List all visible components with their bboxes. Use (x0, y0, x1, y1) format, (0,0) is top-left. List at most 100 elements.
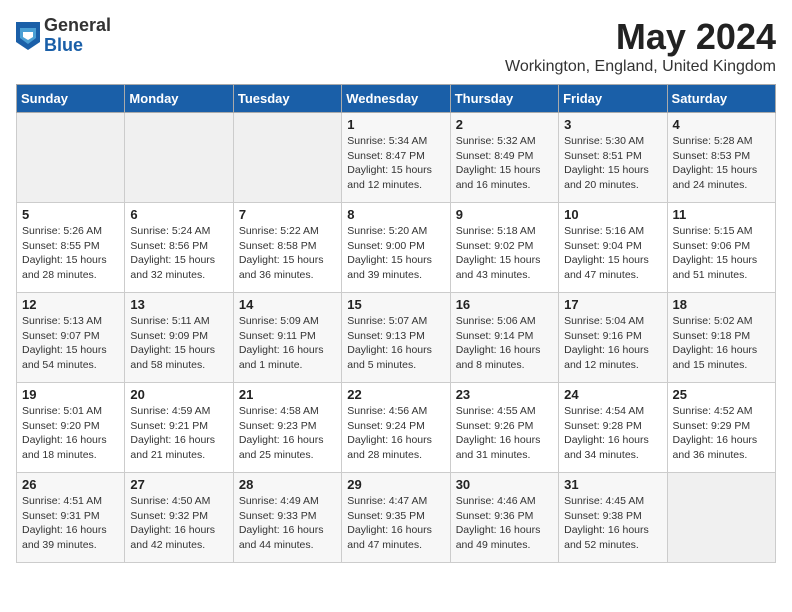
logo-blue-label: Blue (44, 36, 111, 56)
week-row-5: 26 Sunrise: 4:51 AMSunset: 9:31 PMDayligh… (17, 473, 776, 563)
calendar-cell: 1 Sunrise: 5:34 AMSunset: 8:47 PMDaylight… (342, 113, 450, 203)
day-info: Sunrise: 4:59 AMSunset: 9:21 PMDaylight:… (130, 404, 227, 463)
day-info: Sunrise: 5:01 AMSunset: 9:20 PMDaylight:… (22, 404, 119, 463)
calendar-cell: 31Sunrise: 4:45 AMSunset: 9:38 PMDayligh… (559, 473, 667, 563)
calendar-cell: 7 Sunrise: 5:22 AMSunset: 8:58 PMDaylight… (233, 203, 341, 293)
day-number: 10 (564, 207, 661, 222)
week-row-3: 12 Sunrise: 5:13 AMSunset: 9:07 PMDayligh… (17, 293, 776, 383)
day-info: Sunrise: 5:09 AMSunset: 9:11 PMDaylight:… (239, 314, 336, 373)
calendar-cell: 15 Sunrise: 5:07 AMSunset: 9:13 PMDayligh… (342, 293, 450, 383)
day-number: 2 (456, 117, 553, 132)
day-number: 14 (239, 297, 336, 312)
calendar-cell: 26 Sunrise: 4:51 AMSunset: 9:31 PMDayligh… (17, 473, 125, 563)
day-number: 12 (22, 297, 119, 312)
calendar-cell: 8 Sunrise: 5:20 AMSunset: 9:00 PMDaylight… (342, 203, 450, 293)
day-info: Sunrise: 5:22 AMSunset: 8:58 PMDaylight:… (239, 224, 336, 283)
weekday-header-saturday: Saturday (667, 85, 775, 113)
day-number: 16 (456, 297, 553, 312)
day-number: 18 (673, 297, 770, 312)
day-info: Sunrise: 5:16 AMSunset: 9:04 PMDaylight:… (564, 224, 661, 283)
location-title: Workington, England, United Kingdom (505, 58, 776, 76)
calendar-cell: 14 Sunrise: 5:09 AMSunset: 9:11 PMDayligh… (233, 293, 341, 383)
day-info: Sunrise: 5:06 AMSunset: 9:14 PMDaylight:… (456, 314, 553, 373)
day-info: Sunrise: 4:46 AMSunset: 9:36 PMDaylight:… (456, 494, 553, 553)
calendar-cell (667, 473, 775, 563)
day-number: 27 (130, 477, 227, 492)
calendar-cell (125, 113, 233, 203)
day-number: 25 (673, 387, 770, 402)
calendar-body: 1 Sunrise: 5:34 AMSunset: 8:47 PMDaylight… (17, 113, 776, 563)
title-area: May 2024 Workington, England, United Kin… (505, 16, 776, 76)
day-number: 26 (22, 477, 119, 492)
logo-icon (16, 22, 40, 50)
day-number: 8 (347, 207, 444, 222)
day-info: Sunrise: 4:54 AMSunset: 9:28 PMDaylight:… (564, 404, 661, 463)
calendar-cell: 11 Sunrise: 5:15 AMSunset: 9:06 PMDayligh… (667, 203, 775, 293)
day-info: Sunrise: 5:26 AMSunset: 8:55 PMDaylight:… (22, 224, 119, 283)
logo-general-label: General (44, 16, 111, 36)
calendar-cell: 22 Sunrise: 4:56 AMSunset: 9:24 PMDayligh… (342, 383, 450, 473)
day-info: Sunrise: 5:20 AMSunset: 9:00 PMDaylight:… (347, 224, 444, 283)
calendar-cell: 13 Sunrise: 5:11 AMSunset: 9:09 PMDayligh… (125, 293, 233, 383)
day-info: Sunrise: 5:15 AMSunset: 9:06 PMDaylight:… (673, 224, 770, 283)
day-number: 23 (456, 387, 553, 402)
day-info: Sunrise: 5:13 AMSunset: 9:07 PMDaylight:… (22, 314, 119, 373)
calendar-cell: 19Sunrise: 5:01 AMSunset: 9:20 PMDayligh… (17, 383, 125, 473)
weekday-row: SundayMondayTuesdayWednesdayThursdayFrid… (17, 85, 776, 113)
day-number: 30 (456, 477, 553, 492)
day-number: 5 (22, 207, 119, 222)
day-info: Sunrise: 5:18 AMSunset: 9:02 PMDaylight:… (456, 224, 553, 283)
day-number: 11 (673, 207, 770, 222)
day-info: Sunrise: 4:47 AMSunset: 9:35 PMDaylight:… (347, 494, 444, 553)
day-info: Sunrise: 5:11 AMSunset: 9:09 PMDaylight:… (130, 314, 227, 373)
day-info: Sunrise: 4:51 AMSunset: 9:31 PMDaylight:… (22, 494, 119, 553)
header: General Blue May 2024 Workington, Englan… (16, 16, 776, 76)
day-number: 6 (130, 207, 227, 222)
day-number: 17 (564, 297, 661, 312)
calendar-cell: 28Sunrise: 4:49 AMSunset: 9:33 PMDayligh… (233, 473, 341, 563)
weekday-header-tuesday: Tuesday (233, 85, 341, 113)
day-number: 15 (347, 297, 444, 312)
weekday-header-thursday: Thursday (450, 85, 558, 113)
calendar-cell: 16 Sunrise: 5:06 AMSunset: 9:14 PMDayligh… (450, 293, 558, 383)
day-info: Sunrise: 4:52 AMSunset: 9:29 PMDaylight:… (673, 404, 770, 463)
week-row-1: 1 Sunrise: 5:34 AMSunset: 8:47 PMDaylight… (17, 113, 776, 203)
month-title: May 2024 (505, 16, 776, 58)
weekday-header-wednesday: Wednesday (342, 85, 450, 113)
day-info: Sunrise: 5:07 AMSunset: 9:13 PMDaylight:… (347, 314, 444, 373)
day-number: 24 (564, 387, 661, 402)
calendar-cell (17, 113, 125, 203)
day-number: 29 (347, 477, 444, 492)
day-number: 3 (564, 117, 661, 132)
calendar-cell: 21Sunrise: 4:58 AMSunset: 9:23 PMDayligh… (233, 383, 341, 473)
day-info: Sunrise: 4:55 AMSunset: 9:26 PMDaylight:… (456, 404, 553, 463)
day-info: Sunrise: 4:45 AMSunset: 9:38 PMDaylight:… (564, 494, 661, 553)
calendar-cell: 3Sunrise: 5:30 AMSunset: 8:51 PMDaylight… (559, 113, 667, 203)
day-number: 7 (239, 207, 336, 222)
calendar-cell: 6 Sunrise: 5:24 AMSunset: 8:56 PMDaylight… (125, 203, 233, 293)
logo: General Blue (16, 16, 111, 56)
day-number: 4 (673, 117, 770, 132)
day-number: 1 (347, 117, 444, 132)
day-info: Sunrise: 5:04 AMSunset: 9:16 PMDaylight:… (564, 314, 661, 373)
day-info: Sunrise: 4:49 AMSunset: 9:33 PMDaylight:… (239, 494, 336, 553)
day-info: Sunrise: 5:02 AMSunset: 9:18 PMDaylight:… (673, 314, 770, 373)
weekday-header-monday: Monday (125, 85, 233, 113)
day-info: Sunrise: 5:24 AMSunset: 8:56 PMDaylight:… (130, 224, 227, 283)
calendar: SundayMondayTuesdayWednesdayThursdayFrid… (16, 84, 776, 563)
calendar-cell: 27Sunrise: 4:50 AMSunset: 9:32 PMDayligh… (125, 473, 233, 563)
calendar-cell: 30 Sunrise: 4:46 AMSunset: 9:36 PMDayligh… (450, 473, 558, 563)
weekday-header-friday: Friday (559, 85, 667, 113)
day-info: Sunrise: 5:32 AMSunset: 8:49 PMDaylight:… (456, 134, 553, 193)
calendar-cell: 12 Sunrise: 5:13 AMSunset: 9:07 PMDayligh… (17, 293, 125, 383)
day-number: 13 (130, 297, 227, 312)
day-number: 22 (347, 387, 444, 402)
calendar-cell: 17 Sunrise: 5:04 AMSunset: 9:16 PMDayligh… (559, 293, 667, 383)
day-number: 9 (456, 207, 553, 222)
calendar-cell: 20Sunrise: 4:59 AMSunset: 9:21 PMDayligh… (125, 383, 233, 473)
day-info: Sunrise: 5:34 AMSunset: 8:47 PMDaylight:… (347, 134, 444, 193)
logo-text: General Blue (44, 16, 111, 56)
calendar-header: SundayMondayTuesdayWednesdayThursdayFrid… (17, 85, 776, 113)
calendar-cell: 24 Sunrise: 4:54 AMSunset: 9:28 PMDayligh… (559, 383, 667, 473)
day-info: Sunrise: 4:56 AMSunset: 9:24 PMDaylight:… (347, 404, 444, 463)
